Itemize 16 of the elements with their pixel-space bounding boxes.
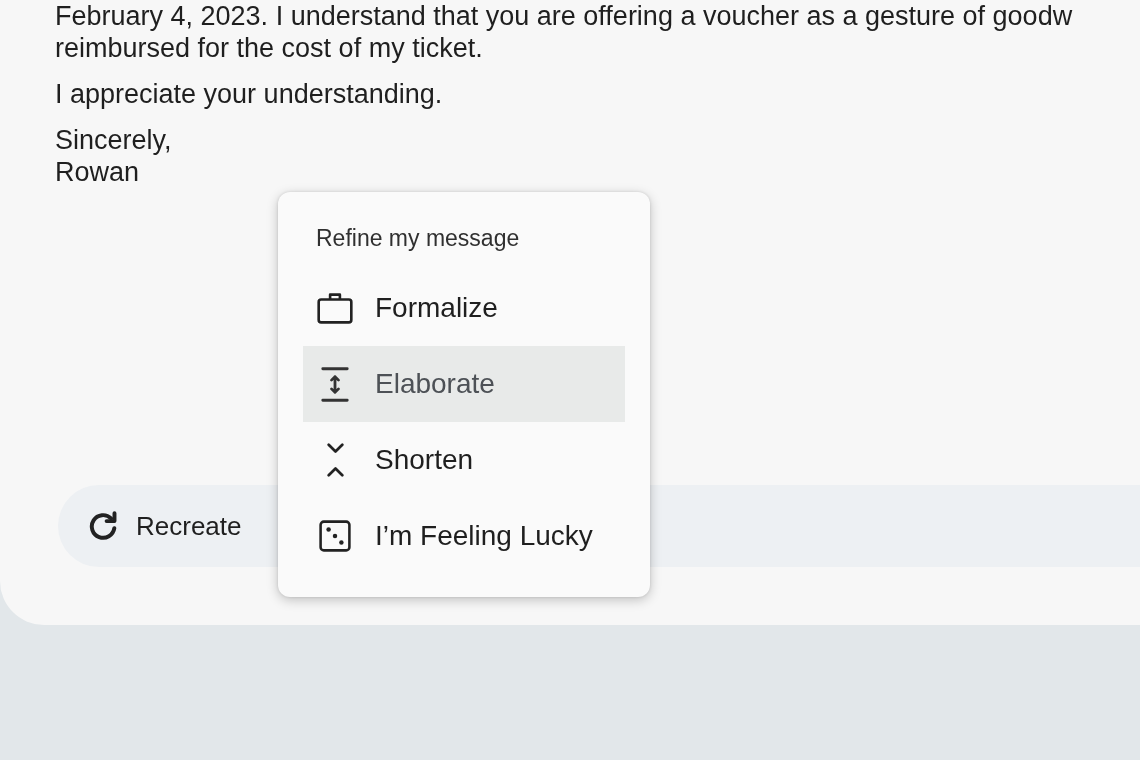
menu-item[interactable]: I’m Feeling Lucky [303, 498, 625, 574]
collapse-vertical-icon [326, 443, 344, 477]
briefcase-icon [317, 292, 353, 324]
menu-item[interactable]: Shorten [303, 422, 625, 498]
menu-item[interactable]: Formalize [303, 270, 625, 346]
menu-item[interactable]: Elaborate [303, 346, 625, 422]
signature-text: Rowan [55, 156, 140, 188]
closing-text: Sincerely, [55, 124, 172, 156]
letter-text-line: reimbursed for the cost of my ticket. [55, 32, 483, 64]
recreate-button[interactable]: Recreate [88, 510, 242, 542]
dice-icon [319, 520, 351, 552]
letter-paragraph: I appreciate your understanding. [55, 78, 443, 110]
letter-text-line: February 4, 2023. I understand that you are offering a voucher as a gesture of goodw [55, 0, 1073, 32]
menu-title: Refine my message [315, 224, 520, 253]
expand-vertical-icon [321, 366, 349, 402]
refresh-icon [88, 511, 118, 541]
